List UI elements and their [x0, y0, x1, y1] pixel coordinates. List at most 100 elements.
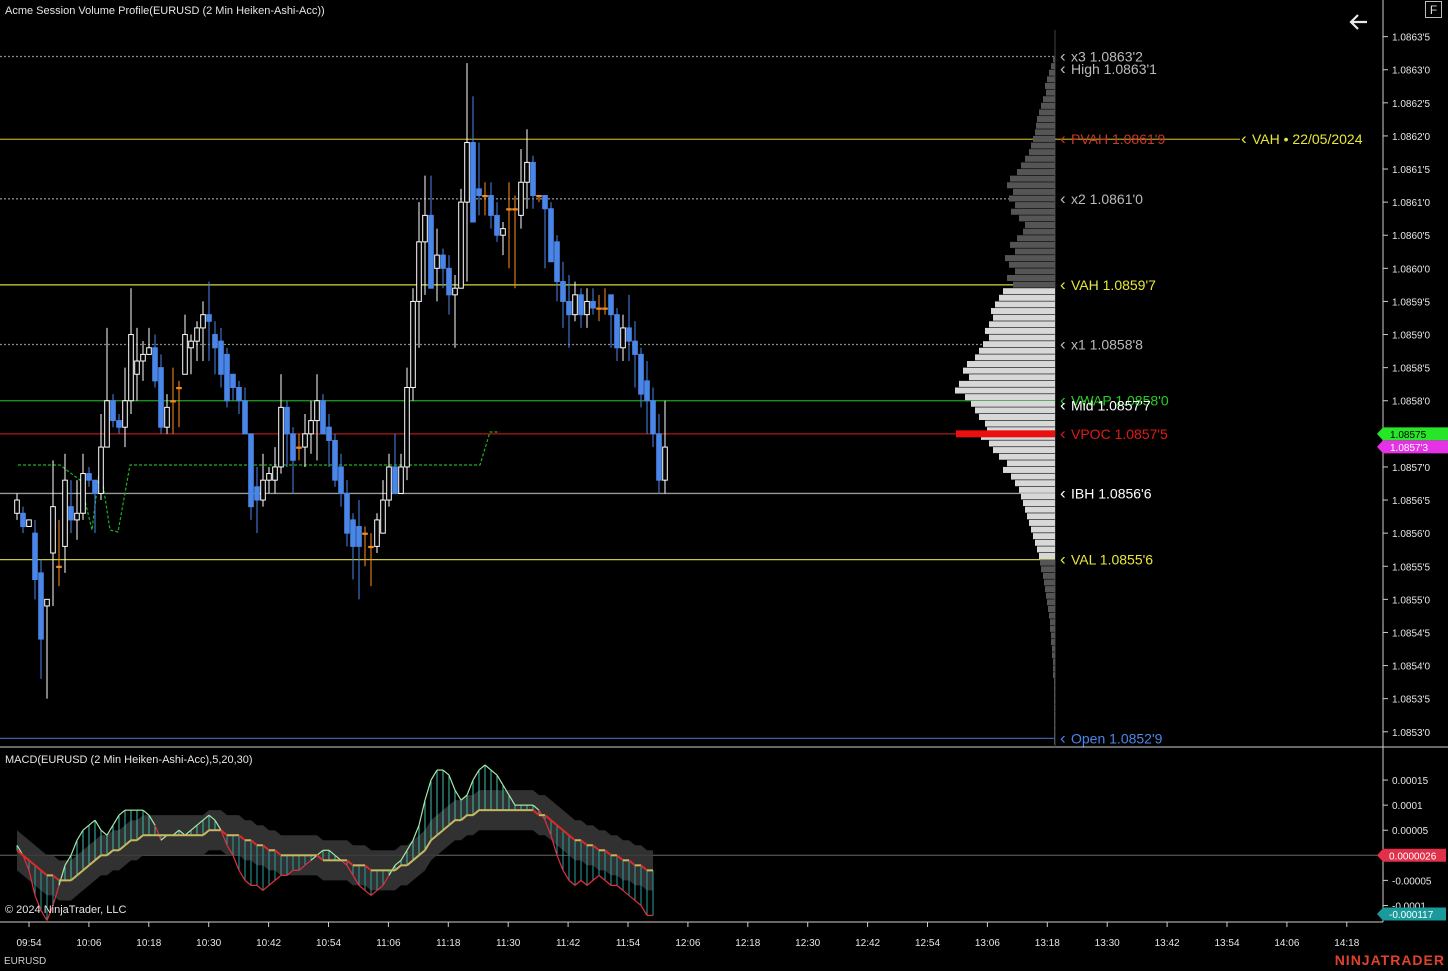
candle[interactable] [218, 340, 224, 375]
candle[interactable] [578, 294, 584, 316]
candle[interactable] [644, 380, 650, 402]
candle[interactable] [440, 254, 446, 269]
candle[interactable] [662, 446, 668, 481]
candle[interactable] [230, 373, 236, 388]
candle[interactable] [566, 300, 572, 316]
candle[interactable] [200, 314, 206, 329]
candle[interactable] [170, 400, 176, 403]
candle[interactable] [548, 208, 554, 263]
candle[interactable] [224, 353, 230, 402]
candle[interactable] [14, 499, 20, 514]
candle[interactable] [122, 400, 128, 428]
candle[interactable] [146, 347, 152, 355]
candle[interactable] [242, 400, 248, 435]
candle[interactable] [590, 300, 596, 309]
candle[interactable] [506, 208, 512, 211]
candle[interactable] [344, 492, 350, 534]
candle[interactable] [614, 314, 620, 349]
candle[interactable] [44, 598, 50, 607]
candle[interactable] [110, 400, 116, 422]
candle[interactable] [62, 479, 68, 547]
candle[interactable] [80, 473, 86, 514]
candle[interactable] [638, 353, 644, 395]
candle[interactable] [140, 353, 146, 362]
candle[interactable] [524, 161, 530, 183]
candle[interactable] [470, 142, 476, 223]
candle[interactable] [434, 254, 440, 269]
candle[interactable] [326, 426, 332, 441]
candle[interactable] [416, 241, 422, 302]
candle[interactable] [68, 506, 74, 521]
candle[interactable] [602, 307, 608, 310]
candle[interactable] [584, 300, 590, 316]
candle[interactable] [128, 334, 134, 402]
candle[interactable] [530, 161, 536, 197]
back-arrow-icon[interactable] [1347, 10, 1371, 34]
candle[interactable] [104, 400, 110, 448]
f-button[interactable]: F [1425, 1, 1442, 18]
candle[interactable] [488, 195, 494, 216]
candle[interactable] [554, 241, 560, 283]
candle[interactable] [206, 314, 212, 322]
candle[interactable] [50, 506, 56, 554]
candle[interactable] [446, 267, 452, 296]
candle[interactable] [458, 201, 464, 289]
candle[interactable] [212, 334, 218, 349]
candle[interactable] [284, 406, 290, 435]
candle[interactable] [410, 300, 416, 388]
candle[interactable] [560, 281, 566, 302]
candle[interactable] [464, 142, 470, 203]
candle[interactable] [386, 466, 392, 501]
candle[interactable] [608, 294, 614, 316]
candle[interactable] [74, 512, 80, 521]
candle[interactable] [260, 479, 266, 501]
candle[interactable] [116, 420, 122, 428]
candle[interactable] [38, 572, 44, 640]
candle[interactable] [404, 387, 410, 468]
candle[interactable] [398, 466, 404, 494]
candle[interactable] [302, 433, 308, 448]
candle[interactable] [374, 519, 380, 547]
candle[interactable] [98, 446, 104, 494]
candle[interactable] [314, 400, 320, 422]
candle[interactable] [296, 446, 302, 449]
candle[interactable] [656, 433, 662, 481]
candle[interactable] [476, 188, 482, 197]
candle[interactable] [632, 340, 638, 355]
candle[interactable] [572, 294, 578, 316]
candle[interactable] [362, 532, 368, 535]
candle[interactable] [596, 307, 602, 310]
candle[interactable] [158, 367, 164, 428]
candle[interactable] [254, 486, 260, 501]
candle[interactable] [266, 473, 272, 481]
candle[interactable] [536, 195, 542, 198]
candle[interactable] [356, 526, 362, 547]
candle[interactable] [380, 499, 386, 534]
candle[interactable] [620, 327, 626, 349]
candle[interactable] [392, 466, 398, 494]
candle[interactable] [194, 327, 200, 342]
candle[interactable] [32, 532, 38, 580]
candle[interactable] [542, 195, 548, 210]
candle[interactable] [182, 334, 188, 375]
candle[interactable] [626, 327, 632, 342]
candle[interactable] [248, 433, 254, 508]
candle[interactable] [338, 466, 344, 494]
candle[interactable] [350, 519, 356, 547]
candle[interactable] [26, 519, 32, 528]
candle[interactable] [422, 214, 428, 243]
candle[interactable] [452, 287, 458, 296]
candle[interactable] [56, 565, 62, 568]
candle[interactable] [308, 420, 314, 435]
candle[interactable] [518, 181, 524, 216]
candle[interactable] [176, 387, 182, 390]
candle[interactable] [164, 406, 170, 428]
candle[interactable] [500, 228, 506, 236]
candle[interactable] [272, 466, 278, 481]
candle[interactable] [92, 479, 98, 494]
candle[interactable] [188, 340, 194, 349]
candle[interactable] [482, 195, 488, 198]
candle[interactable] [134, 360, 140, 375]
candle[interactable] [236, 387, 242, 402]
candle[interactable] [86, 473, 92, 481]
